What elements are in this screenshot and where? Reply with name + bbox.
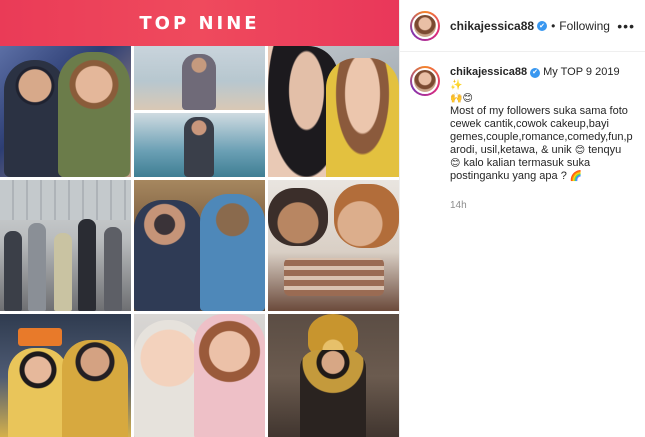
post-header: chikajessica88 ✔ • Following ••• [400, 0, 645, 52]
verified-badge-icon: ✔ [537, 20, 548, 31]
caption-username[interactable]: chikajessica88 [450, 66, 527, 78]
separator-dot: • [551, 18, 556, 33]
caption-avatar[interactable] [410, 66, 440, 96]
caption-verified-icon: ✔ [530, 67, 541, 78]
caption-title: My TOP 9 2019 [543, 66, 620, 78]
caption-body: chikajessica88 ✔ My TOP 9 2019 ✨ 🙌😊 Most … [450, 66, 635, 212]
photo-grid [0, 46, 399, 437]
caption-tenqyu: tenqyu [588, 144, 622, 156]
grid-photo-7 [0, 314, 131, 437]
grid-photo-2 [134, 46, 265, 177]
grid-photo-1 [0, 46, 131, 177]
top-nine-banner: TOP NINE [0, 0, 399, 46]
grid-photo-6 [268, 180, 399, 311]
smile-emoji-icon: 😊 [574, 145, 586, 156]
header-username[interactable]: chikajessica88 [450, 19, 534, 33]
grid-photo-8 [134, 314, 265, 437]
grid-photo-3 [268, 46, 399, 177]
post-image[interactable]: TOP NINE [0, 0, 399, 437]
avatar[interactable] [410, 10, 440, 41]
grid-photo-5 [134, 180, 265, 311]
caption: chikajessica88 ✔ My TOP 9 2019 ✨ 🙌😊 Most … [400, 52, 645, 212]
smile-emoji-icon-2: 😊 [450, 158, 461, 169]
banner-title: TOP NINE [139, 12, 260, 34]
rainbow-emoji-icon: 🌈 [569, 171, 583, 182]
more-options-icon[interactable]: ••• [617, 18, 635, 34]
caption-title-emojis: ✨ 🙌😊 [450, 80, 473, 104]
post-timestamp[interactable]: 14h [450, 199, 635, 212]
grid-photo-9 [268, 314, 399, 437]
post-sidebar: chikajessica88 ✔ • Following ••• chikaje… [399, 0, 645, 437]
grid-photo-4 [0, 180, 131, 311]
following-button[interactable]: Following [559, 19, 610, 33]
